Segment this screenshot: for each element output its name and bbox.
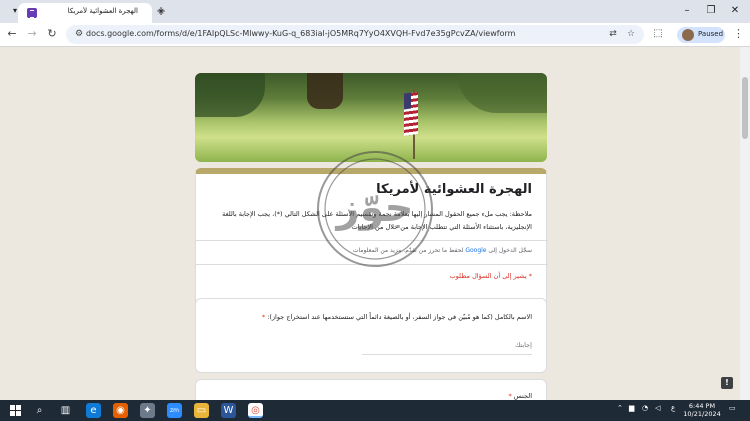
form-description: ملاحظة: يجب ملء جميع الحقول المشار إليها… xyxy=(222,210,532,231)
question-label: الاسم بالكامل (كما هو مُبيّن في جواز الس… xyxy=(262,313,532,321)
full-name-input[interactable]: إجابتك xyxy=(362,341,532,355)
bookmark-star-icon[interactable]: ☆ xyxy=(625,28,637,40)
foliage-shape xyxy=(195,73,265,117)
form-header-image xyxy=(195,73,547,162)
tab-title: الهجرة العشوائية لأمريكا xyxy=(67,7,138,15)
zoom-icon[interactable]: zm xyxy=(167,403,182,418)
edge-icon[interactable]: e xyxy=(86,403,101,418)
site-info-icon[interactable]: ⚙ xyxy=(73,28,85,40)
new-tab-button[interactable]: + xyxy=(155,5,167,17)
firefox-icon[interactable]: ◉ xyxy=(113,403,128,418)
clock-date: 10/21/2024 xyxy=(683,410,721,418)
notification-icon[interactable]: ▭ xyxy=(729,404,736,412)
page-scrollbar[interactable] xyxy=(740,47,750,400)
windows-taskbar: ⌕ ▥ e ◉ ✦ zm ▭ W ◎ ⌃ ▆ ◔ ◁ ع 6:44 PM 10/… xyxy=(0,400,750,421)
question-label: الجنس * xyxy=(508,392,532,400)
profile-button[interactable]: Paused xyxy=(677,27,725,43)
wifi-icon[interactable]: ◔ xyxy=(642,404,648,412)
question-card-gender: الجنس * xyxy=(195,379,547,400)
signin-prompt: سجّل الدخول إلى Google لحفظ ما تحرز من ت… xyxy=(353,247,532,254)
minimize-button[interactable]: – xyxy=(680,4,694,18)
windows-start-icon[interactable] xyxy=(8,403,23,418)
volume-icon[interactable]: ◁ xyxy=(655,404,660,412)
foliage-shape xyxy=(457,73,547,113)
address-bar[interactable]: ⚙ docs.google.com/forms/d/e/1FAIpQLSc-Ml… xyxy=(66,25,644,44)
taskbar-clock[interactable]: 6:44 PM 10/21/2024 xyxy=(680,402,724,418)
us-flag-union-shape xyxy=(404,92,411,110)
clock-time: 6:44 PM xyxy=(688,402,716,410)
browser-menu-icon[interactable]: ⋮ xyxy=(733,27,744,41)
network-icon[interactable]: ▆ xyxy=(629,404,634,412)
chrome-icon[interactable]: ◎ xyxy=(248,403,263,418)
tree-trunk-shape xyxy=(307,73,343,109)
extensions-icon[interactable]: ⬚ xyxy=(652,28,664,40)
translate-icon[interactable]: ⇄ xyxy=(607,28,619,40)
maximize-button[interactable]: ❐ xyxy=(704,4,718,18)
question-card-full-name: الاسم بالكامل (كما هو مُبيّن في جواز الس… xyxy=(195,298,547,373)
form-page: الهجرة العشوائية لأمريكا ملاحظة: يجب ملء… xyxy=(0,47,740,400)
forward-button[interactable]: → xyxy=(25,27,39,41)
question-text: الاسم بالكامل (كما هو مُبيّن في جواز الس… xyxy=(267,313,532,321)
required-star: * xyxy=(508,392,512,400)
browser-toolbar: ← → ↻ ⚙ docs.google.com/forms/d/e/1FAIpQ… xyxy=(0,23,750,46)
word-icon[interactable]: W xyxy=(221,403,236,418)
signin-rest-text: لحفظ ما تحرز من تقدّم. مزيد من المعلومات xyxy=(352,247,464,254)
search-icon[interactable]: ⌕ xyxy=(32,403,47,418)
google-signin-link[interactable]: Google xyxy=(465,247,486,254)
required-star: * xyxy=(261,313,266,321)
url-text[interactable]: docs.google.com/forms/d/e/1FAIpQLSc-Mlww… xyxy=(86,29,515,38)
divider xyxy=(196,240,548,241)
browser-tab[interactable]: الهجرة العشوائية لأمريكا × xyxy=(18,3,165,23)
profile-status: Paused xyxy=(698,30,724,38)
signin-text: سجّل الدخول إلى xyxy=(488,247,532,254)
required-note: * يشير إلى أن السؤال مطلوب xyxy=(449,272,532,280)
tray-chevron-icon[interactable]: ⌃ xyxy=(617,404,623,412)
close-window-button[interactable]: ✕ xyxy=(728,4,742,18)
report-abuse-icon[interactable]: ! xyxy=(721,377,733,389)
back-button[interactable]: ← xyxy=(5,27,19,41)
form-title: الهجرة العشوائية لأمريكا xyxy=(376,182,532,197)
scrollbar-thumb[interactable] xyxy=(742,77,748,139)
divider xyxy=(196,264,548,265)
app-icon[interactable]: ✦ xyxy=(140,403,155,418)
tab-strip: ▾ الهجرة العشوائية لأمريكا × + – ❐ ✕ xyxy=(0,0,750,23)
avatar xyxy=(682,29,694,41)
reload-button[interactable]: ↻ xyxy=(45,27,59,41)
file-explorer-icon[interactable]: ▭ xyxy=(194,403,209,418)
language-indicator[interactable]: ع xyxy=(671,404,675,412)
task-view-icon[interactable]: ▥ xyxy=(58,403,73,418)
question-text: الجنس xyxy=(513,392,532,400)
google-forms-favicon-icon xyxy=(27,8,37,18)
